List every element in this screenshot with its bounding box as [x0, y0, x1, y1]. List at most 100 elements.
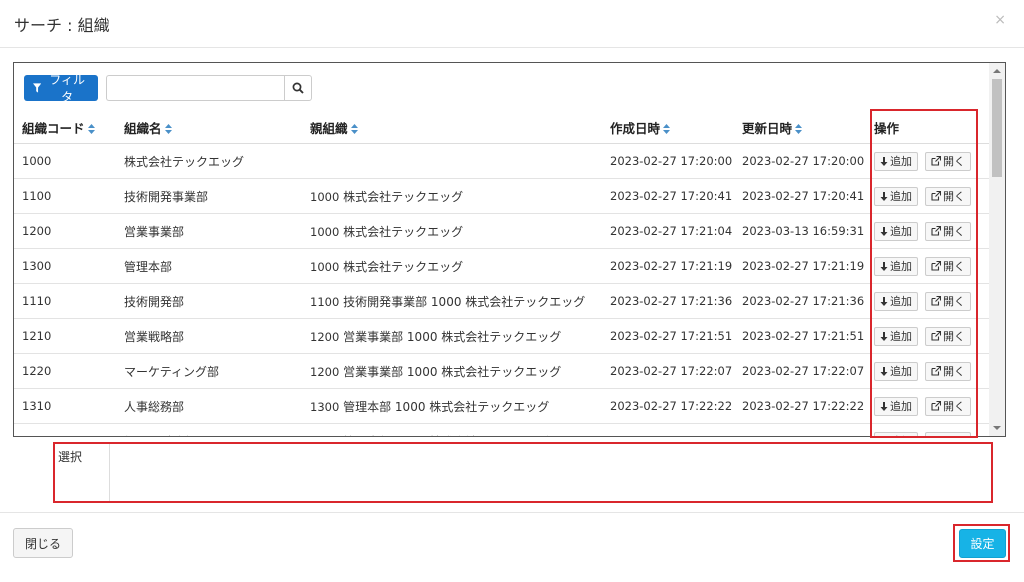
- add-button[interactable]: 追加: [874, 151, 918, 171]
- cell-code: 1220: [14, 353, 116, 389]
- cell-code: 1300: [14, 248, 116, 284]
- scrollbar-thumb[interactable]: [992, 79, 1002, 177]
- add-button[interactable]: 追加: [874, 361, 918, 381]
- sort-icon: [663, 124, 671, 134]
- arrow-down-icon: [880, 191, 888, 201]
- column-header-name[interactable]: 組織名: [116, 111, 302, 144]
- cell-code: 1000: [14, 143, 116, 179]
- table-row[interactable]: 1200 営業事業部 1000 株式会社テックエッグ 2023-02-27 17:21…: [14, 213, 990, 249]
- column-header-updated[interactable]: 更新日時: [734, 111, 866, 144]
- cell-actions: 追加 開く: [866, 423, 990, 436]
- cell-actions: 追加開く: [866, 213, 990, 249]
- open-button[interactable]: 開く: [925, 326, 971, 346]
- open-button[interactable]: 開く: [925, 151, 971, 171]
- cell-actions: 追加開く: [866, 283, 990, 319]
- filter-icon: [33, 83, 42, 93]
- search-input[interactable]: [106, 75, 284, 101]
- cell-updated: 2023-02-27 17:20:00: [734, 143, 866, 179]
- cell-parent-name: 株式会社テックエッグ: [343, 224, 464, 239]
- table-row[interactable]: 1110 技術開発部 1100 技術開発事業部 1000 株式会社テックエッグ 202…: [14, 283, 990, 319]
- cell-created: 2023-02-27 17:20:41: [602, 178, 734, 214]
- external-link-icon: [931, 261, 941, 271]
- add-button[interactable]: 追加: [874, 326, 918, 346]
- open-button[interactable]: 開く: [925, 256, 971, 276]
- open-button[interactable]: 開く: [925, 431, 971, 436]
- table-row[interactable]: 1320経理・財務部1300 管理本部 1000 株式会社テックエッグ2023-…: [14, 423, 990, 437]
- table-row[interactable]: 1100 技術開発事業部 1000 株式会社テックエッグ 2023-02-27 17:…: [14, 178, 990, 214]
- modal-header: サーチ : 組織 ×: [0, 0, 1024, 48]
- column-header-code[interactable]: 組織コード: [14, 111, 116, 144]
- cell-parent-code: 1100: [310, 294, 340, 309]
- add-button[interactable]: 追加: [874, 186, 918, 206]
- open-button[interactable]: 開く: [925, 186, 971, 206]
- external-link-icon: [931, 226, 941, 236]
- cell-parent: 1000 株式会社テックエッグ: [302, 213, 602, 249]
- selection-field[interactable]: [109, 443, 992, 501]
- cell-created: 2023-02-27 17:22:38: [602, 423, 734, 436]
- cell-name: マーケティング部: [116, 353, 302, 389]
- arrow-down-icon: [880, 261, 888, 271]
- cell-created: 2023-02-27 17:21:19: [602, 248, 734, 284]
- scroll-down-arrow-icon[interactable]: [993, 426, 1001, 430]
- cell-parent: 1200 営業事業部 1000 株式会社テックエッグ: [302, 318, 602, 354]
- cell-code: 1200: [14, 213, 116, 249]
- cell-updated: 2023-02-27 17:21:36: [734, 283, 866, 319]
- sort-icon: [87, 124, 95, 134]
- column-header-created[interactable]: 作成日時: [602, 111, 734, 144]
- cell-code: 1210: [14, 318, 116, 354]
- cell-code: 1110: [14, 283, 116, 319]
- cell-parent-code: 1300: [310, 399, 340, 414]
- filter-button[interactable]: フィルタ: [24, 73, 98, 104]
- table-row[interactable]: 1000 株式会社テックエッグ 2023-02-27 17:20:00 2023-0…: [14, 143, 990, 179]
- scroll-up-arrow-icon[interactable]: [993, 69, 1001, 73]
- open-button[interactable]: 開く: [925, 396, 971, 416]
- cell-updated: 2023-02-27 17:21:51: [734, 318, 866, 354]
- selection-row: 選択: [54, 443, 992, 501]
- save-button[interactable]: 設定: [959, 529, 1006, 558]
- add-button[interactable]: 追加: [874, 256, 918, 276]
- table-row[interactable]: 1300 管理本部 1000 株式会社テックエッグ 2023-02-27 17:21:…: [14, 248, 990, 284]
- open-button[interactable]: 開く: [925, 221, 971, 241]
- add-button[interactable]: 追加: [874, 291, 918, 311]
- cell-name: 技術開発事業部: [116, 178, 302, 214]
- cell-created: 2023-02-27 17:21:51: [602, 318, 734, 354]
- cell-code: 1310: [14, 388, 116, 424]
- cell-created: 2023-02-27 17:22:22: [602, 388, 734, 424]
- cell-parent: 1300 管理本部 1000 株式会社テックエッグ: [302, 388, 602, 424]
- filter-button-label: フィルタ: [49, 73, 85, 104]
- table-row[interactable]: 1210 営業戦略部 1200 営業事業部 1000 株式会社テックエッグ 2023-…: [14, 318, 990, 354]
- cell-actions: 追加開く: [866, 143, 990, 179]
- open-button[interactable]: 開く: [925, 361, 971, 381]
- add-button[interactable]: 追加: [874, 396, 918, 416]
- open-button[interactable]: 開く: [925, 291, 971, 311]
- external-link-icon: [931, 191, 941, 201]
- external-link-icon: [931, 296, 941, 306]
- close-icon[interactable]: ×: [994, 12, 1006, 28]
- add-button[interactable]: 追加: [874, 431, 918, 436]
- close-button[interactable]: 閉じる: [13, 528, 73, 558]
- sort-icon: [350, 124, 358, 134]
- org-table: 組織コード 組織名 親組織 作成日時 更新日時 操作 1000 株式会社テックエッ…: [14, 111, 990, 437]
- org-search-panel: フィルタ 組織コード 組織名 親組織 作成日時 更新日時 操作 1000 株式会社…: [13, 62, 1006, 437]
- modal-title: サーチ : 組織: [14, 16, 110, 35]
- cell-created: 2023-02-27 17:21:36: [602, 283, 734, 319]
- cell-parent-code: 1000: [310, 224, 340, 239]
- cell-parent-code: 1300: [310, 435, 339, 437]
- cell-actions: 追加開く: [866, 388, 990, 424]
- cell-parent-code: 1000: [310, 259, 340, 274]
- arrow-down-icon: [880, 366, 888, 376]
- cell-updated: 2023-02-27 17:22:07: [734, 353, 866, 389]
- cell-name: 技術開発部: [116, 283, 302, 319]
- table-scrollbar[interactable]: [989, 63, 1005, 436]
- cell-updated: 2023-02-27 17:20:41: [734, 178, 866, 214]
- search-button[interactable]: [284, 75, 312, 101]
- cell-parent-name: 管理本部 1000 株式会社テックエッグ: [343, 399, 550, 414]
- cell-actions: 追加開く: [866, 318, 990, 354]
- arrow-down-icon: [880, 401, 888, 411]
- column-header-parent[interactable]: 親組織: [302, 111, 602, 144]
- table-row[interactable]: 1310 人事総務部 1300 管理本部 1000 株式会社テックエッグ 2023-0…: [14, 388, 990, 424]
- table-row[interactable]: 1220 マーケティング部 1200 営業事業部 1000 株式会社テックエッグ 20…: [14, 353, 990, 389]
- add-button[interactable]: 追加: [874, 221, 918, 241]
- cell-parent-code: 1000: [310, 189, 340, 204]
- cell-updated: 2023-02-27 17:21:19: [734, 248, 866, 284]
